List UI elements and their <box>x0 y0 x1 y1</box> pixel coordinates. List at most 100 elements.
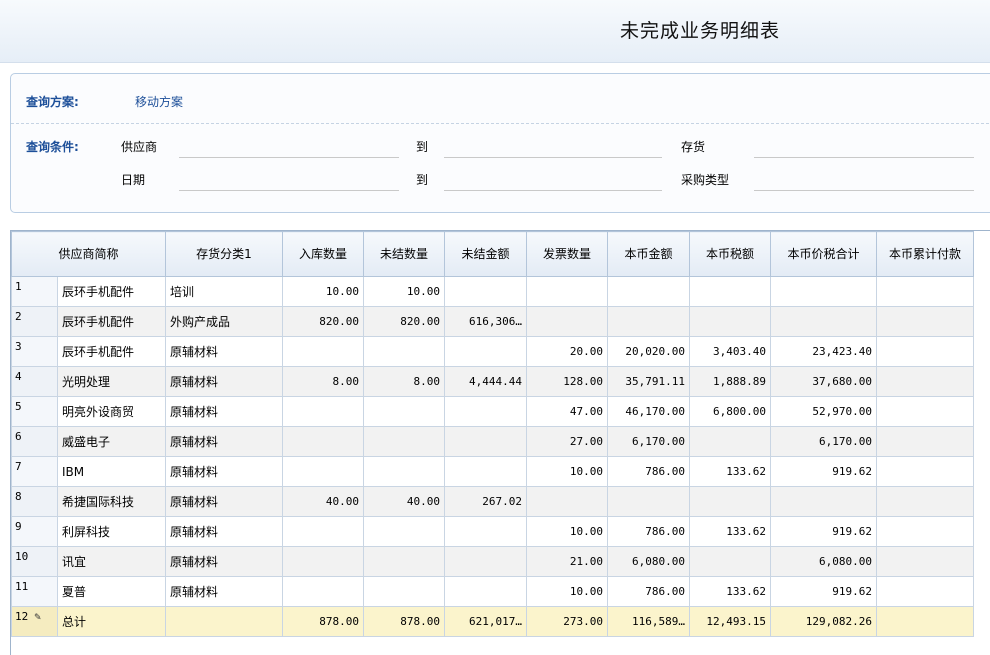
table-cell[interactable]: 夏普 <box>57 576 166 607</box>
table-cell[interactable]: 621,017… <box>444 606 527 637</box>
table-cell[interactable] <box>444 336 527 367</box>
table-cell[interactable] <box>282 576 364 607</box>
row-index-cell[interactable]: 4 <box>11 366 58 397</box>
table-row[interactable]: 2 辰环手机配件 外购产成品 820.00 820.00 616,306… <box>11 306 974 337</box>
table-cell[interactable] <box>282 546 364 577</box>
table-cell[interactable] <box>444 576 527 607</box>
table-cell[interactable]: 47.00 <box>526 396 608 427</box>
table-cell[interactable] <box>876 426 974 457</box>
table-cell[interactable] <box>876 456 974 487</box>
table-cell[interactable]: 10.00 <box>363 276 445 307</box>
col-header-category[interactable]: 存货分类1 <box>165 231 283 277</box>
table-cell[interactable]: 46,170.00 <box>607 396 690 427</box>
table-cell[interactable]: 辰环手机配件 <box>57 306 166 337</box>
col-header-supplier[interactable]: 供应商简称 <box>11 231 166 277</box>
table-cell[interactable]: 原辅材料 <box>165 486 283 517</box>
table-cell[interactable]: 1,888.89 <box>689 366 771 397</box>
table-cell[interactable]: 40.00 <box>282 486 364 517</box>
table-cell[interactable] <box>876 396 974 427</box>
table-cell[interactable] <box>689 306 771 337</box>
table-cell[interactable]: 讯宜 <box>57 546 166 577</box>
table-cell[interactable] <box>444 426 527 457</box>
table-cell[interactable] <box>526 306 608 337</box>
table-row[interactable]: 3 辰环手机配件 原辅材料 20.00 20,020.00 3,403.40 23,423.… <box>11 336 974 367</box>
col-header-total-with-tax[interactable]: 本币价税合计 <box>770 231 877 277</box>
table-cell[interactable]: IBM <box>57 456 166 487</box>
table-cell[interactable] <box>689 546 771 577</box>
table-row[interactable]: 4 光明处理 原辅材料 8.00 8.00 4,444.44 128.00 35,791.11… <box>11 366 974 397</box>
table-cell[interactable]: 辰环手机配件 <box>57 336 166 367</box>
table-cell[interactable] <box>770 486 877 517</box>
supplier-to-input[interactable] <box>444 142 662 158</box>
row-index-cell[interactable]: 2 <box>11 306 58 337</box>
table-cell[interactable] <box>363 576 445 607</box>
table-cell[interactable]: 6,170.00 <box>770 426 877 457</box>
col-header-amount[interactable]: 本币金额 <box>607 231 690 277</box>
table-cell[interactable] <box>876 306 974 337</box>
table-cell[interactable]: 外购产成品 <box>165 306 283 337</box>
table-cell[interactable]: 辰环手机配件 <box>57 276 166 307</box>
table-cell[interactable]: 6,170.00 <box>607 426 690 457</box>
table-cell[interactable]: 116,589… <box>607 606 690 637</box>
table-row[interactable]: 9 利屏科技 原辅材料 10.00 786.00 133.62 919.62 <box>11 516 974 547</box>
table-cell[interactable]: 希捷国际科技 <box>57 486 166 517</box>
row-index-cell[interactable]: 6 <box>11 426 58 457</box>
table-cell[interactable] <box>689 426 771 457</box>
table-cell[interactable]: 6,080.00 <box>770 546 877 577</box>
table-cell[interactable]: 原辅材料 <box>165 456 283 487</box>
table-cell[interactable]: 4,444.44 <box>444 366 527 397</box>
row-index-cell[interactable]: 5 <box>11 396 58 427</box>
table-cell[interactable]: 10.00 <box>526 456 608 487</box>
table-cell[interactable] <box>282 426 364 457</box>
table-cell[interactable] <box>363 516 445 547</box>
table-cell[interactable]: 20,020.00 <box>607 336 690 367</box>
table-cell[interactable]: 明亮外设商贸 <box>57 396 166 427</box>
table-cell[interactable] <box>876 606 974 637</box>
row-index-cell[interactable]: 1 <box>11 276 58 307</box>
table-cell[interactable] <box>282 396 364 427</box>
table-cell[interactable] <box>526 276 608 307</box>
table-cell[interactable] <box>876 336 974 367</box>
table-cell[interactable]: 原辅材料 <box>165 396 283 427</box>
table-row[interactable]: 6 威盛电子 原辅材料 27.00 6,170.00 6,170.00 <box>11 426 974 457</box>
table-row[interactable]: 1 辰环手机配件 培训 10.00 10.00 <box>11 276 974 307</box>
table-cell[interactable]: 10.00 <box>282 276 364 307</box>
table-cell[interactable]: 原辅材料 <box>165 336 283 367</box>
table-cell[interactable]: 820.00 <box>282 306 364 337</box>
table-cell[interactable]: 919.62 <box>770 516 877 547</box>
table-cell[interactable]: 133.62 <box>689 576 771 607</box>
table-row[interactable]: 11 夏普 原辅材料 10.00 786.00 133.62 919.62 <box>11 576 974 607</box>
table-cell[interactable]: 786.00 <box>607 516 690 547</box>
col-header-tax[interactable]: 本币税额 <box>689 231 771 277</box>
table-cell[interactable] <box>282 516 364 547</box>
table-cell[interactable] <box>689 276 771 307</box>
table-cell[interactable] <box>444 546 527 577</box>
table-cell[interactable]: 919.62 <box>770 456 877 487</box>
table-cell[interactable]: 利屏科技 <box>57 516 166 547</box>
date-to-input[interactable] <box>444 175 662 191</box>
row-index-cell[interactable]: 3 <box>11 336 58 367</box>
col-header-open-qty[interactable]: 未结数量 <box>363 231 445 277</box>
table-cell[interactable] <box>876 366 974 397</box>
table-cell[interactable] <box>876 486 974 517</box>
table-cell[interactable] <box>282 456 364 487</box>
table-cell[interactable] <box>770 276 877 307</box>
row-index-cell[interactable]: 9 <box>11 516 58 547</box>
table-cell[interactable]: 129,082.26 <box>770 606 877 637</box>
col-header-in-qty[interactable]: 入库数量 <box>282 231 364 277</box>
row-index-cell[interactable]: 12 ✎ <box>11 606 58 637</box>
table-cell[interactable] <box>363 396 445 427</box>
table-cell[interactable] <box>165 606 283 637</box>
table-cell[interactable]: 原辅材料 <box>165 576 283 607</box>
table-cell[interactable]: 原辅材料 <box>165 516 283 547</box>
table-cell[interactable]: 原辅材料 <box>165 366 283 397</box>
table-cell[interactable]: 3,403.40 <box>689 336 771 367</box>
table-cell[interactable]: 273.00 <box>526 606 608 637</box>
table-cell[interactable]: 786.00 <box>607 456 690 487</box>
table-cell[interactable]: 267.02 <box>444 486 527 517</box>
table-cell[interactable]: 878.00 <box>282 606 364 637</box>
table-cell[interactable] <box>363 546 445 577</box>
table-cell[interactable] <box>363 426 445 457</box>
date-from-input[interactable] <box>179 175 399 191</box>
row-index-cell[interactable]: 10 <box>11 546 58 577</box>
